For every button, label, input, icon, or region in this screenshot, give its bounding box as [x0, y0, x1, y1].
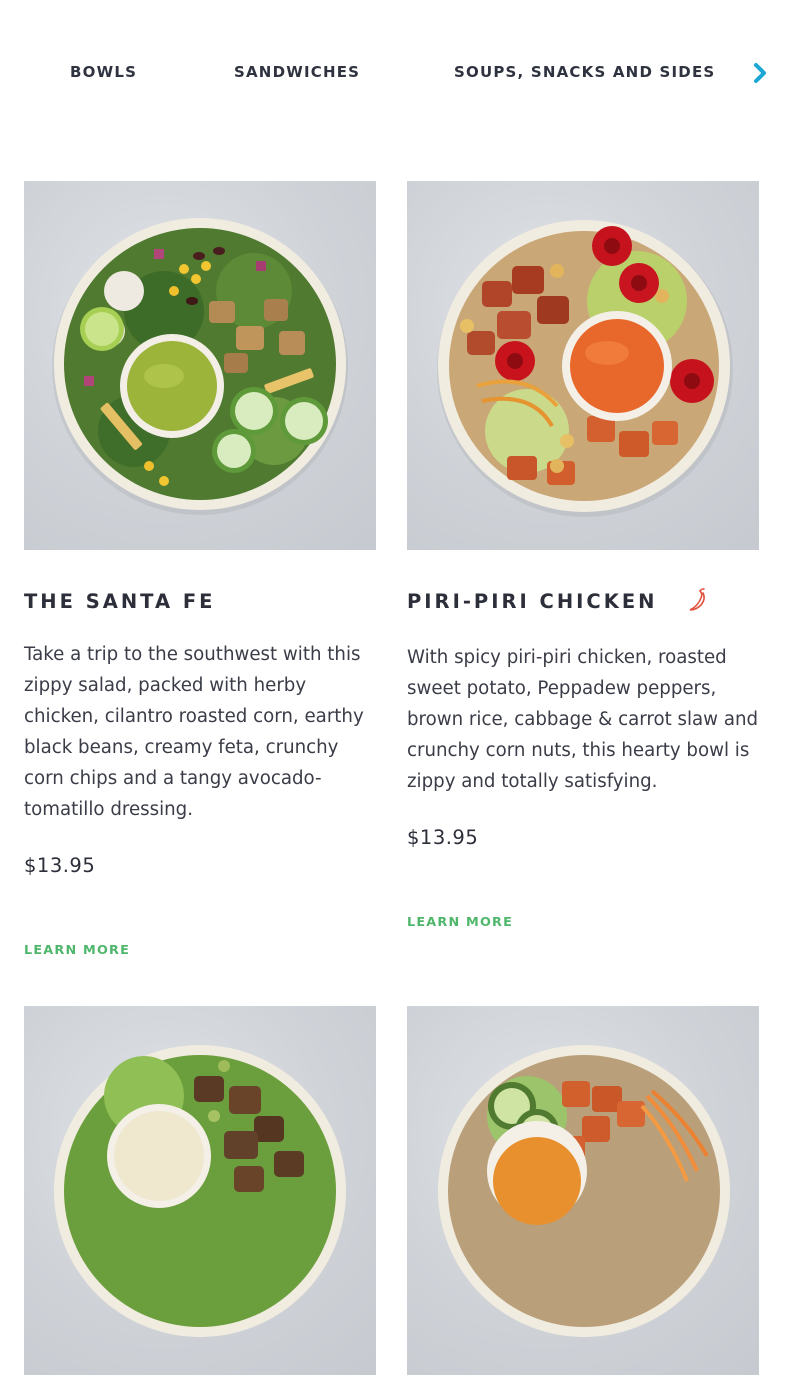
learn-more-link[interactable]: LEARN MORE: [24, 943, 130, 958]
menu-card-santa-fe: THE SANTA FE Take a trip to the southwes…: [24, 181, 376, 958]
menu-card-piri-piri-chicken: PIRI-PIRI CHICKEN With spicy piri-piri c…: [407, 181, 759, 930]
chevron-right-icon: [754, 63, 766, 83]
learn-more-link[interactable]: LEARN MORE: [407, 915, 513, 930]
card-title: THE SANTA FE: [24, 590, 216, 613]
tab-sandwiches[interactable]: SANDWICHES: [234, 63, 360, 81]
card-description: Take a trip to the southwest with this z…: [24, 644, 364, 820]
tab-soups-snacks-sides[interactable]: SOUPS, SNACKS AND SIDES: [454, 63, 715, 81]
category-nav: BOWLS SANDWICHES SOUPS, SNACKS AND SIDES: [0, 0, 785, 146]
chili-pepper-icon: [686, 588, 708, 618]
piri-piri-chicken-photo[interactable]: [407, 181, 759, 550]
nav-next-button[interactable]: [749, 60, 771, 86]
card-price: $13.95: [24, 854, 96, 877]
card-price: $13.95: [407, 826, 479, 849]
tab-bowls[interactable]: BOWLS: [70, 63, 137, 81]
card-title: PIRI-PIRI CHICKEN: [407, 590, 658, 613]
card-description: With spicy piri-piri chicken, roasted sw…: [407, 647, 759, 792]
santa-fe-photo[interactable]: [24, 181, 376, 550]
